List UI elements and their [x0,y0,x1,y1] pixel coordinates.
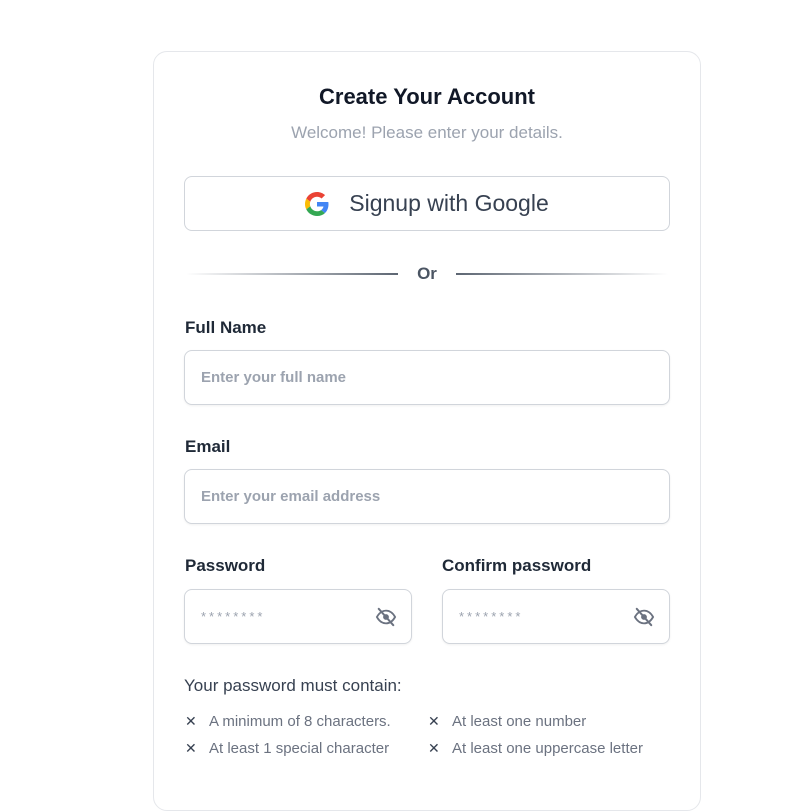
requirement-text: A minimum of 8 characters. [209,713,391,730]
email-input[interactable] [185,470,669,523]
confirm-password-field-box [442,589,670,644]
password-label: Password [185,556,266,575]
confirm-password-label: Confirm password [442,556,592,575]
x-icon: ✕ [428,713,440,729]
signup-card: Create Your Account Welcome! Please ente… [153,51,701,811]
email-label: Email [185,437,231,456]
password-field-box [184,589,412,644]
google-signup-label: Signup with Google [349,190,549,216]
divider-line-right [456,273,668,275]
requirement-item: ✕ At least 1 special character [185,740,389,757]
page-title: Create Your Account [319,84,535,109]
page-subtitle: Welcome! Please enter your details. [291,123,563,142]
google-icon [305,191,329,216]
divider-line-left [186,273,398,275]
requirement-text: At least 1 special character [209,740,390,757]
eye-off-icon[interactable] [633,607,655,627]
requirement-item: ✕ A minimum of 8 characters. [185,713,391,730]
requirement-text: At least one uppercase letter [452,740,643,757]
full-name-label: Full Name [185,318,267,337]
x-icon: ✕ [185,740,197,756]
password-requirements-title: Your password must contain: [184,676,402,695]
google-signup-button[interactable]: Signup with Google [184,176,670,231]
or-divider: Or [184,262,670,286]
requirement-item: ✕ At least one number [428,713,586,730]
requirement-item: ✕ At least one uppercase letter [428,740,643,757]
divider-text: Or [417,264,437,283]
full-name-input[interactable] [185,351,669,404]
email-field-box [184,469,670,524]
x-icon: ✕ [428,740,440,756]
x-icon: ✕ [185,713,197,729]
requirement-text: At least one number [452,713,587,730]
eye-off-icon[interactable] [375,607,397,627]
full-name-field-box [184,350,670,405]
